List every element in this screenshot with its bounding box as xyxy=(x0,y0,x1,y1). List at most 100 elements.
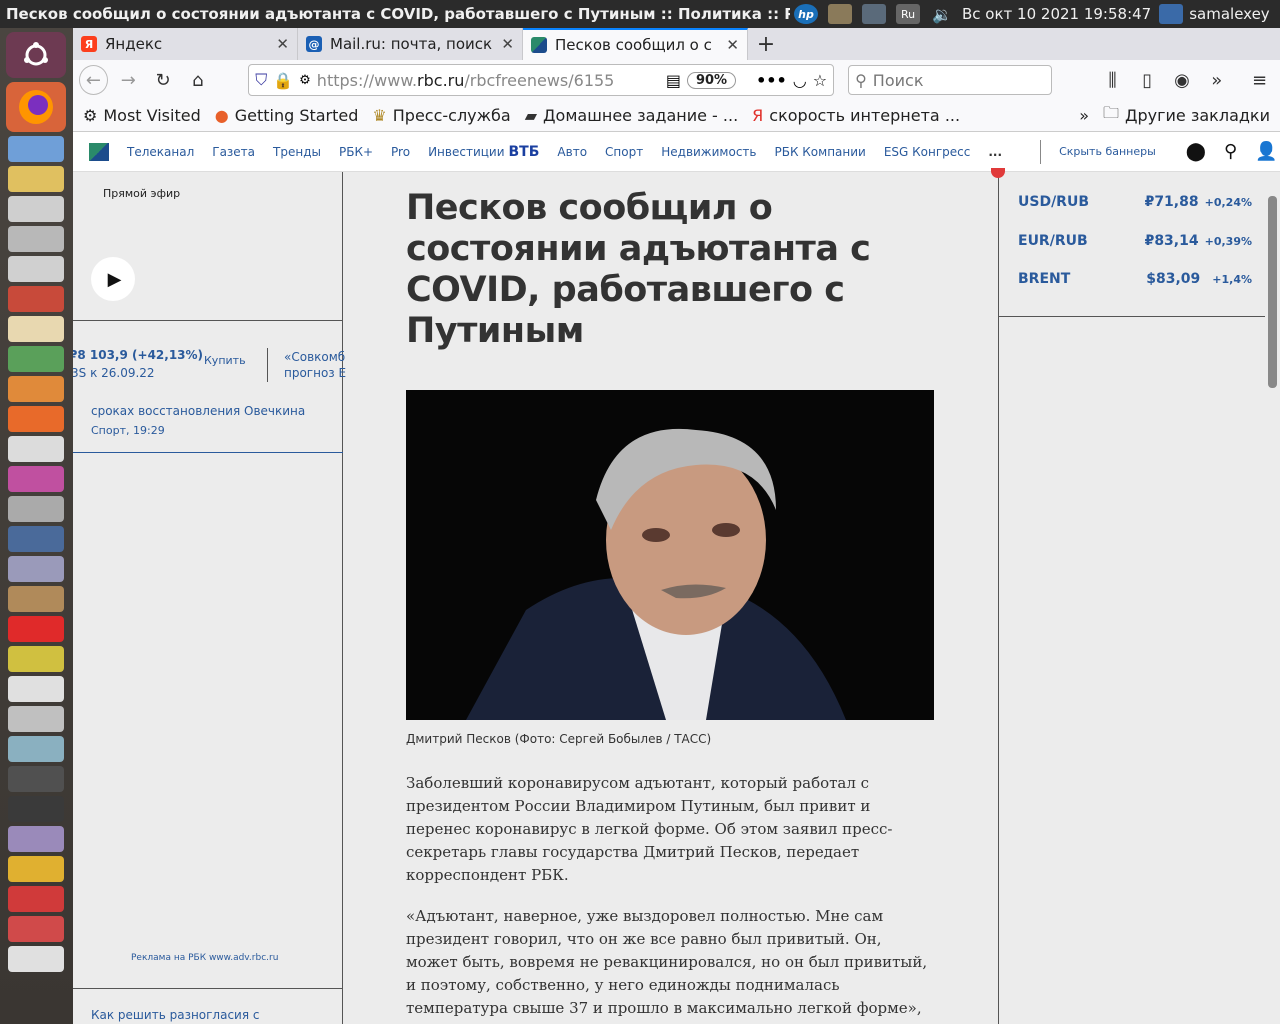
network-icon[interactable] xyxy=(862,4,886,24)
play-button[interactable]: ▶ xyxy=(91,257,135,301)
launcher-app-icon[interactable] xyxy=(8,676,64,702)
sidebar-icon[interactable]: ▯ xyxy=(1133,65,1162,95)
launcher-app-icon[interactable] xyxy=(8,826,64,852)
launcher-app-icon[interactable] xyxy=(8,466,64,492)
bookmark-homework[interactable]: ▰ Домашнее задание - ... xyxy=(525,106,738,125)
launcher-app-icon[interactable] xyxy=(8,136,64,162)
ubuntu-dash-icon[interactable] xyxy=(6,32,66,78)
user-menu[interactable]: samalexey xyxy=(1159,4,1270,24)
launcher-app-icon[interactable] xyxy=(8,196,64,222)
menu-icon[interactable]: ≡ xyxy=(1245,65,1274,95)
news-title[interactable]: сроках восстановления Овечкина xyxy=(91,404,305,418)
launcher-app-icon[interactable] xyxy=(8,886,64,912)
article-photo[interactable] xyxy=(406,390,934,720)
nav-item-sport[interactable]: Спорт xyxy=(605,145,643,159)
keyboard-layout-indicator[interactable]: Ru xyxy=(896,4,920,24)
hp-icon[interactable]: hp xyxy=(794,4,818,24)
launcher-app-icon[interactable] xyxy=(8,526,64,552)
nav-item-investments[interactable]: Инвестиции xyxy=(428,145,504,159)
promo-title[interactable]: «Совкомб xyxy=(284,350,345,364)
home-button[interactable]: ⌂ xyxy=(183,65,212,95)
rate-row[interactable]: USD/RUB ₽71,88 +0,24% xyxy=(1018,194,1252,210)
promo-sub[interactable]: прогноз Е xyxy=(284,366,346,380)
nav-item-tv[interactable]: Телеканал xyxy=(127,145,194,159)
launcher-app-icon[interactable] xyxy=(8,406,64,432)
close-tab-icon[interactable]: ✕ xyxy=(276,35,289,53)
bookmark-speedtest[interactable]: Яскорость интернета ... xyxy=(752,106,960,125)
launcher-app-icon[interactable] xyxy=(8,706,64,732)
bookmark-press[interactable]: ♛ Пресс-служба xyxy=(372,106,510,125)
back-button[interactable]: ← xyxy=(79,65,108,95)
reader-view-icon[interactable]: ▤ xyxy=(666,71,681,90)
rate-row[interactable]: EUR/RUB ₽83,14 +0,39% xyxy=(1018,233,1252,249)
page-actions-icon[interactable]: ••• xyxy=(756,71,787,90)
launcher-app-icon[interactable] xyxy=(8,346,64,372)
tab-yandex[interactable]: Я Яндекс ✕ xyxy=(73,28,298,60)
nav-item-pro[interactable]: Pro xyxy=(391,145,410,159)
buy-link[interactable]: Купить xyxy=(204,354,246,367)
library-icon[interactable]: ⫼ xyxy=(1098,65,1127,95)
location-icon[interactable]: ⬤ xyxy=(1186,141,1206,162)
launcher-app-icon[interactable] xyxy=(8,436,64,462)
pocket-icon[interactable]: ◡ xyxy=(793,71,807,90)
launcher-app-icon[interactable] xyxy=(8,916,64,942)
launcher-app-icon[interactable] xyxy=(8,496,64,522)
search-icon[interactable]: ⚲ xyxy=(1224,141,1237,162)
rbc-logo[interactable] xyxy=(89,142,109,161)
nav-more-button[interactable]: ... xyxy=(988,145,1002,159)
nav-item-auto[interactable]: Авто xyxy=(557,145,587,159)
hide-banners-link[interactable]: Скрыть баннеры xyxy=(1059,145,1156,158)
firefox-launcher-icon[interactable] xyxy=(6,82,66,132)
new-tab-button[interactable]: + xyxy=(748,28,784,60)
bookmark-star-icon[interactable]: ☆ xyxy=(813,71,827,90)
nav-item-trends[interactable]: Тренды xyxy=(273,145,321,159)
launcher-app-icon[interactable] xyxy=(8,736,64,762)
live-label[interactable]: Прямой эфир xyxy=(103,187,180,200)
other-bookmarks[interactable]: 🗀 Другие закладки xyxy=(1103,102,1270,129)
nav-item-newspaper[interactable]: Газета xyxy=(212,145,255,159)
launcher-app-icon[interactable] xyxy=(8,226,64,252)
zoom-indicator[interactable]: 90% xyxy=(686,71,737,89)
bookmark-getting-started[interactable]: ● Getting Started xyxy=(215,106,359,125)
clipboard-icon[interactable] xyxy=(828,4,852,24)
nav-item-realty[interactable]: Недвижимость xyxy=(661,145,756,159)
scrollbar-thumb[interactable] xyxy=(1268,196,1277,388)
launcher-app-icon[interactable] xyxy=(8,646,64,672)
bookmark-most-visited[interactable]: ⚙ Most Visited xyxy=(83,106,201,125)
launcher-app-icon[interactable] xyxy=(8,796,64,822)
launcher-app-icon[interactable] xyxy=(8,766,64,792)
close-tab-icon[interactable]: ✕ xyxy=(501,35,514,53)
account-icon[interactable]: ◉ xyxy=(1168,65,1197,95)
user-icon[interactable]: 👤 xyxy=(1255,141,1277,162)
overflow-icon[interactable]: » xyxy=(1202,65,1231,95)
launcher-app-icon[interactable] xyxy=(8,376,64,402)
shield-icon[interactable]: ⛉ xyxy=(255,70,267,90)
vtb-logo[interactable]: ВТБ xyxy=(509,144,540,160)
bookmarks-overflow-icon[interactable]: » xyxy=(1079,106,1089,125)
nav-item-esg[interactable]: ESG Конгресс xyxy=(884,145,971,159)
url-bar[interactable]: ⛉ 🔒 ⚙ https://www.rbc.ru/rbcfreenews/615… xyxy=(248,64,835,96)
volume-icon[interactable]: 🔉 xyxy=(930,4,954,24)
lock-icon[interactable]: 🔒 xyxy=(273,71,293,90)
search-input[interactable]: ⚲ Поиск xyxy=(848,65,1053,95)
clock[interactable]: Вс окт 10 2021 19:58:47 xyxy=(962,5,1151,23)
launcher-app-icon[interactable] xyxy=(8,256,64,282)
bottom-link[interactable]: Как решить разногласия с xyxy=(91,1008,260,1022)
url-text[interactable]: https://www.rbc.ru/rbcfreenews/6155 xyxy=(317,71,660,90)
launcher-app-icon[interactable] xyxy=(8,946,64,972)
launcher-app-icon[interactable] xyxy=(8,856,64,882)
launcher-app-icon[interactable] xyxy=(8,316,64,342)
permissions-icon[interactable]: ⚙ xyxy=(299,73,311,88)
launcher-app-icon[interactable] xyxy=(8,286,64,312)
nav-item-companies[interactable]: РБК Компании xyxy=(774,145,865,159)
close-tab-icon[interactable]: ✕ xyxy=(726,36,739,54)
scrollbar[interactable] xyxy=(1265,172,1280,1024)
ad-label[interactable]: Реклама на РБК www.adv.rbc.ru xyxy=(131,953,278,963)
tab-mail[interactable]: @ Mail.ru: почта, поиск ✕ xyxy=(298,28,523,60)
nav-item-rbc-plus[interactable]: РБК+ xyxy=(339,145,373,159)
launcher-app-icon[interactable] xyxy=(8,556,64,582)
forward-button[interactable]: → xyxy=(114,65,143,95)
reload-button[interactable]: ↻ xyxy=(149,65,178,95)
launcher-app-icon[interactable] xyxy=(8,586,64,612)
launcher-app-icon[interactable] xyxy=(8,616,64,642)
